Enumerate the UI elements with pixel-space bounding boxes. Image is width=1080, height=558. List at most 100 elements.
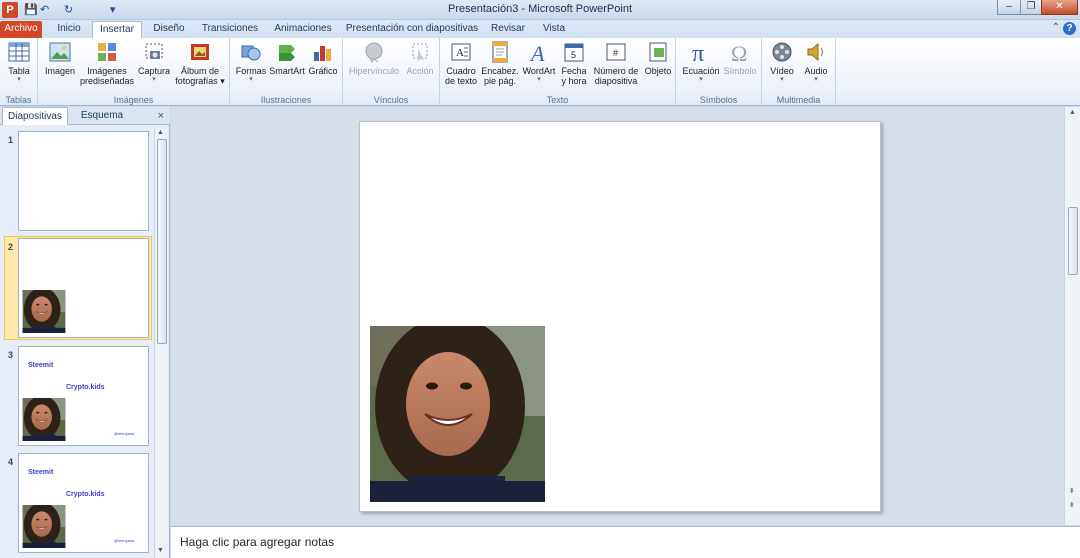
slide-number: 4 — [8, 457, 14, 467]
tab-animaciones[interactable]: Animaciones — [270, 21, 336, 38]
tab-vista[interactable]: Vista — [536, 21, 572, 38]
slide-thumbnail-2[interactable] — [18, 238, 149, 338]
symbol-button[interactable]: Ω Símbolo — [722, 40, 758, 76]
help-icon[interactable]: ? — [1063, 22, 1076, 35]
tab-revisar[interactable]: Revisar — [486, 21, 530, 38]
scroll-down-icon[interactable]: ▼ — [157, 547, 164, 554]
thumb-subtitle: Crypto.kids — [66, 491, 105, 498]
minimize-ribbon-icon[interactable]: ⌃ — [1052, 22, 1060, 33]
slide-thumbnail-1[interactable] — [18, 131, 149, 231]
photo-thumbnail — [22, 398, 66, 441]
group-ilustraciones: Formas ▾ SmartArt Gráfico Ilustraciones — [230, 38, 343, 106]
next-slide-icon[interactable]: ⇟ — [1069, 501, 1075, 509]
textbox-button[interactable]: A Cuadro de texto — [442, 40, 480, 86]
group-vinculos: Hipervínculo Acción Vínculos — [343, 38, 440, 106]
minimize-button[interactable]: – — [997, 0, 1021, 15]
restore-button[interactable]: ❐ — [1020, 0, 1042, 15]
header-footer-button[interactable]: Encabez. pie pág. — [480, 40, 520, 86]
svg-text:π: π — [692, 41, 704, 64]
object-icon — [649, 42, 667, 62]
thumb-handle: @lennyana — [114, 538, 135, 543]
chart-button[interactable]: Gráfico — [306, 40, 340, 76]
calendar-icon: 5 — [564, 43, 584, 62]
scroll-up-icon[interactable]: ▲ — [157, 129, 164, 136]
screenshot-icon — [145, 43, 163, 59]
scroll-up-icon[interactable]: ▲ — [1069, 109, 1076, 116]
photo-thumbnail — [22, 290, 66, 333]
close-button[interactable]: ✕ — [1041, 0, 1078, 15]
slide-editor — [171, 107, 1064, 525]
hyperlink-button[interactable]: Hipervínculo — [347, 40, 401, 76]
clipart-button[interactable]: Imágenes prediseñadas — [78, 40, 136, 86]
scroll-thumb[interactable] — [1068, 207, 1078, 275]
pane-tabs: Diapositivas Esquema × — [0, 107, 170, 125]
ribbon-tabs: Archivo Inicio Insertar Diseño Transicio… — [0, 20, 1080, 38]
action-button[interactable]: Acción — [403, 40, 437, 76]
photo-album-icon — [191, 44, 209, 60]
photo[interactable] — [370, 326, 545, 502]
svg-text:5: 5 — [571, 50, 576, 60]
group-label-tablas: Tablas — [5, 95, 32, 105]
close-pane-icon[interactable]: × — [158, 110, 164, 122]
tab-diseno[interactable]: Diseño — [148, 21, 190, 38]
smartart-button[interactable]: SmartArt — [268, 40, 306, 76]
photo-album-button[interactable]: Álbum de fotografías ▾ — [172, 40, 228, 86]
svg-text:A: A — [529, 41, 545, 64]
ribbon: Tabla ▾ Tablas Imagen Imágenes prediseñada… — [0, 38, 1080, 106]
group-texto: A Cuadro de texto Encabez. pie pág. A Word… — [440, 38, 676, 106]
slide-number-icon: # — [606, 43, 626, 61]
slides-pane: Diapositivas Esquema × 1 2 3 Steemit Cry… — [0, 107, 170, 558]
group-simbolos: π Ecuación ▾ Ω Símbolo Símbolos — [676, 38, 762, 106]
pane-scrollbar[interactable]: ▲ ▼ — [154, 129, 168, 558]
scroll-thumb[interactable] — [157, 139, 167, 344]
object-button[interactable]: Objeto — [642, 40, 674, 76]
shapes-button[interactable]: Formas ▾ — [234, 40, 268, 84]
slide-number-button[interactable]: # Número de diapositiva — [590, 40, 642, 86]
tab-presentacion[interactable]: Presentación con diapositivas — [344, 21, 480, 38]
thumb-title: Steemit — [28, 362, 54, 369]
action-icon — [412, 43, 428, 62]
clipart-icon — [98, 43, 116, 61]
tab-insertar[interactable]: Insertar — [92, 21, 142, 38]
pi-icon: π — [692, 41, 704, 64]
date-time-button[interactable]: 5 Fecha y hora — [558, 40, 590, 86]
previous-slide-icon[interactable]: ⇞ — [1069, 487, 1075, 495]
slide-number: 2 — [8, 242, 14, 252]
chart-icon — [314, 46, 331, 61]
group-tablas: Tabla ▾ Tablas — [0, 38, 38, 106]
tab-diapositivas[interactable]: Diapositivas — [2, 107, 68, 125]
slide-thumbnail-3[interactable]: Steemit Crypto.kids @lennyana — [18, 346, 149, 446]
slide-thumbnail-4[interactable]: Steemit Crypto.kids @lennyana — [18, 453, 149, 553]
table-icon — [8, 42, 30, 62]
group-label-vinculos: Vínculos — [373, 95, 409, 105]
thumb-handle: @lennyana — [114, 431, 135, 436]
equation-button[interactable]: π Ecuación ▾ — [680, 40, 722, 84]
slide-number: 3 — [8, 350, 14, 360]
group-imagenes: Imagen Imágenes prediseñadas Captura ▾ Álb… — [38, 38, 230, 106]
image-button[interactable]: Imagen — [42, 40, 78, 76]
shapes-icon — [241, 45, 261, 61]
tab-esquema[interactable]: Esquema — [70, 107, 134, 125]
omega-icon: Ω — [731, 41, 747, 64]
group-multimedia: Vídeo ▾ Audio ▾ Multimedia — [762, 38, 836, 106]
current-slide[interactable] — [359, 121, 881, 512]
wordart-icon: A — [529, 41, 545, 64]
notes-pane[interactable]: Haga clic para agregar notas — [171, 526, 1080, 558]
tab-transiciones[interactable]: Transiciones — [198, 21, 262, 38]
svg-text:#: # — [613, 48, 618, 58]
group-label-simbolos: Símbolos — [699, 95, 738, 105]
wordart-button[interactable]: A WordArt ▾ — [520, 40, 558, 84]
audio-button[interactable]: Audio ▾ — [800, 40, 832, 84]
tab-archivo[interactable]: Archivo — [0, 21, 42, 38]
table-button[interactable]: Tabla ▾ — [4, 40, 34, 84]
video-button[interactable]: Vídeo ▾ — [766, 40, 798, 84]
group-label-imagenes: Imágenes — [113, 95, 154, 105]
editor-scrollbar[interactable]: ▲ ⇞ ⇟ — [1064, 107, 1080, 525]
group-label-texto: Texto — [546, 95, 569, 105]
speaker-icon — [807, 42, 823, 62]
photo-thumbnail — [22, 505, 66, 548]
thumb-subtitle: Crypto.kids — [66, 384, 105, 391]
tab-inicio[interactable]: Inicio — [48, 21, 90, 38]
smartart-icon — [279, 45, 295, 61]
screenshot-button[interactable]: Captura ▾ — [136, 40, 172, 84]
